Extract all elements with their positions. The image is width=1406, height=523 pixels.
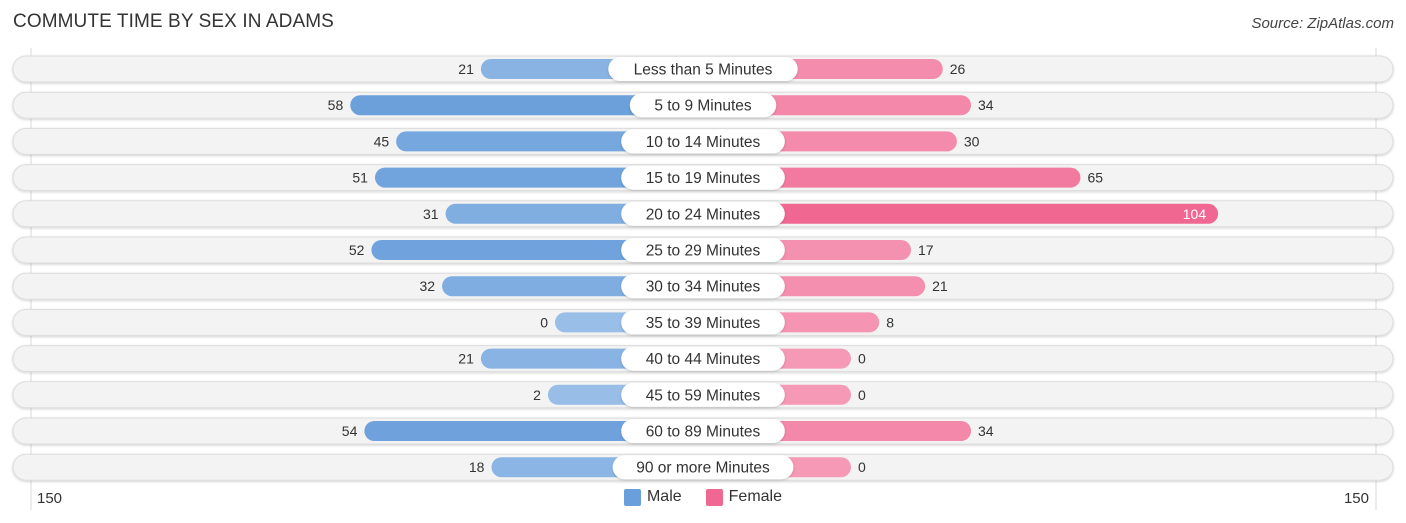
category-label: 90 or more Minutes <box>636 460 770 477</box>
table-row: 45 30 10 to 14 Minutes <box>12 127 1394 155</box>
category-label: 25 to 29 Minutes <box>646 243 761 260</box>
value-label-female: 0 <box>858 459 866 475</box>
category-label: 10 to 14 Minutes <box>646 134 761 151</box>
value-label-male: 51 <box>352 170 368 186</box>
category-label: 45 to 59 Minutes <box>646 387 761 404</box>
value-label-male: 21 <box>458 351 474 367</box>
chart-canvas: 21 26 Less than 5 Minutes 58 34 5 to 9 Minute… <box>12 48 1394 510</box>
category-label: 60 to 89 Minutes <box>646 424 761 441</box>
value-label-male: 0 <box>540 314 548 330</box>
table-row: 52 17 25 to 29 Minutes <box>12 236 1394 264</box>
value-label-female: 34 <box>978 423 994 439</box>
value-label-female: 17 <box>918 242 934 258</box>
table-row: 0 8 35 to 39 Minutes <box>12 308 1394 336</box>
value-label-female: 26 <box>950 61 966 77</box>
category-label: 20 to 24 Minutes <box>646 206 761 223</box>
value-label-female: 8 <box>886 314 894 330</box>
value-label-female: 30 <box>964 133 980 149</box>
table-row: 21 26 Less than 5 Minutes <box>12 55 1394 83</box>
category-label: 5 to 9 Minutes <box>654 98 752 115</box>
value-label-female: 65 <box>1087 170 1103 186</box>
legend-swatch-female <box>705 488 723 506</box>
table-row: 54 34 60 to 89 Minutes <box>12 417 1394 445</box>
table-row: 18 0 90 or more Minutes <box>12 453 1394 481</box>
value-label-female: 0 <box>858 387 866 403</box>
value-label-female: 21 <box>932 278 948 294</box>
category-label: 30 to 34 Minutes <box>646 279 761 296</box>
legend-item-female[interactable]: Female <box>705 488 783 506</box>
category-label: 40 to 44 Minutes <box>646 351 761 368</box>
table-row: 58 34 5 to 9 Minutes <box>12 91 1394 119</box>
legend-item-male[interactable]: Male <box>623 488 682 506</box>
category-label: Less than 5 Minutes <box>634 62 773 79</box>
table-row: 32 21 30 to 34 Minutes <box>12 272 1394 300</box>
value-label-female: 34 <box>978 97 994 113</box>
value-label-male: 31 <box>423 206 439 222</box>
table-row: 51 65 15 to 19 Minutes <box>12 164 1394 192</box>
value-label-male: 21 <box>458 61 474 77</box>
category-label: 15 to 19 Minutes <box>646 170 761 187</box>
value-label-male: 58 <box>328 97 344 113</box>
value-label-male: 18 <box>469 459 485 475</box>
value-label-male: 2 <box>533 387 541 403</box>
value-label-male: 52 <box>349 242 365 258</box>
table-row: 31 104 20 to 24 Minutes <box>12 200 1394 228</box>
legend: Male Female <box>0 488 1406 506</box>
legend-swatch-male <box>623 488 641 506</box>
table-row: 21 0 40 to 44 Minutes <box>12 345 1394 373</box>
value-label-male: 54 <box>342 423 358 439</box>
value-label-male: 32 <box>419 278 435 294</box>
value-label-female: 0 <box>858 351 866 367</box>
value-label-female: 104 <box>1183 206 1207 222</box>
legend-label-female: Female <box>728 488 783 505</box>
table-row: 2 0 45 to 59 Minutes <box>12 381 1394 409</box>
value-label-male: 45 <box>374 133 390 149</box>
legend-label-male: Male <box>646 488 682 505</box>
category-label: 35 to 39 Minutes <box>646 315 761 332</box>
